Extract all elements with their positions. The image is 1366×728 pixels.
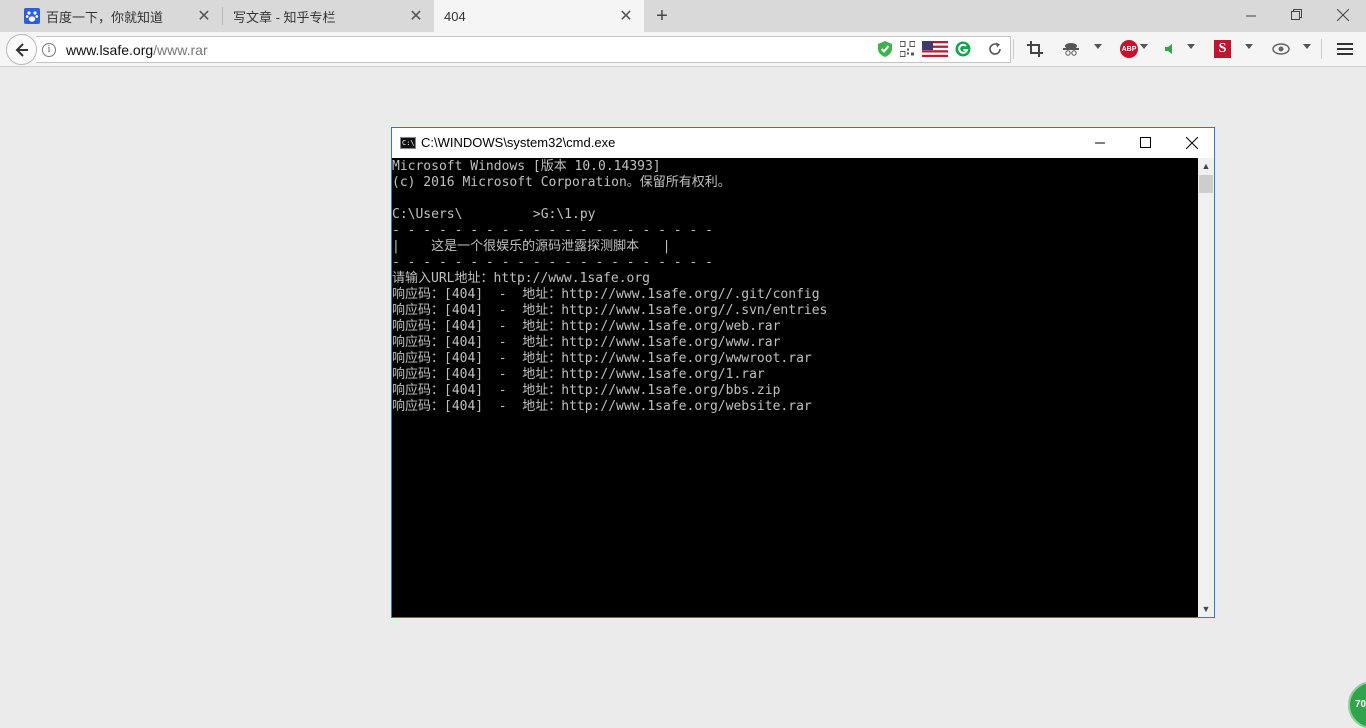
tab-title: 写文章 - 知乎专栏 <box>233 9 336 25</box>
cmd-maximize-button[interactable] <box>1123 128 1168 157</box>
restore-icon <box>1291 9 1302 20</box>
chevron-down-icon[interactable] <box>1245 44 1253 49</box>
cmd-window-title: C:\WINDOWS\system32\cmd.exe <box>421 135 616 150</box>
console-line: - - - - - - - - - - - - - - - - - - - - … <box>392 223 713 238</box>
console-line: | 这是一个很娱乐的源码泄露探测脚本 | <box>392 239 671 254</box>
qr-code-icon[interactable] <box>900 40 915 58</box>
us-flag-icon[interactable] <box>922 40 948 58</box>
close-icon <box>1185 136 1198 149</box>
cmd-icon: C:\ <box>400 137 416 149</box>
reload-icon[interactable] <box>988 40 1002 58</box>
console-line: (c) 2016 Microsoft Corporation。保留所有权利。 <box>392 175 731 190</box>
tab-title: 百度一下，你就知道 <box>46 9 164 25</box>
console-line: 响应码：[404] - 地址：http://www.1safe.org/www.… <box>392 335 781 350</box>
console-line: 响应码：[404] - 地址：http://www.1safe.org/bbs.… <box>392 383 781 398</box>
chevron-down-icon[interactable] <box>1303 44 1311 49</box>
scroll-down-arrow-icon[interactable]: ▼ <box>1198 601 1214 617</box>
tab-404[interactable]: 404 ✕ <box>434 0 644 32</box>
adblock-plus-icon[interactable]: ABP <box>1120 40 1138 58</box>
chevron-down-icon[interactable] <box>1094 44 1102 49</box>
chevron-down-icon[interactable] <box>1140 44 1148 49</box>
console-line: 请输入URL地址：http://www.1safe.org <box>392 271 651 286</box>
crop-icon[interactable] <box>1027 40 1043 58</box>
spy-icon[interactable] <box>1062 40 1080 58</box>
vertical-scrollbar[interactable]: ▲ ▼ <box>1198 158 1214 617</box>
tab-title: 404 <box>444 8 466 24</box>
cmd-window: C:\ C:\WINDOWS\system32\cmd.exe Microsof… <box>391 127 1215 618</box>
minimize-button[interactable] <box>1228 0 1274 30</box>
restore-button[interactable] <box>1274 0 1320 30</box>
corner-badge[interactable]: 70 <box>1348 681 1366 728</box>
new-tab-button[interactable]: + <box>651 5 673 27</box>
console-line: 响应码：[404] - 地址：http://www.1safe.org/web.… <box>392 319 781 334</box>
cmd-minimize-button[interactable] <box>1078 128 1123 157</box>
console-line: C:\Users\ >G:\1.py <box>392 207 596 222</box>
toolbar-separator <box>1321 39 1322 59</box>
back-button[interactable] <box>6 34 37 65</box>
close-icon <box>1337 9 1349 21</box>
tab-baidu[interactable]: 百度一下，你就知道 ✕ <box>0 0 222 32</box>
navigation-toolbar: i www.lsafe.org/www.rar <box>0 32 1366 67</box>
console-line: 响应码：[404] - 地址：http://www.1safe.org/wwwr… <box>392 351 812 366</box>
baidu-paw-icon <box>24 8 40 24</box>
console-line: - - - - - - - - - - - - - - - - - - - - … <box>392 255 713 270</box>
close-window-button[interactable] <box>1320 0 1366 30</box>
address-path: /www.rar <box>153 41 208 58</box>
site-info-icon[interactable]: i <box>42 42 56 57</box>
console-line: 响应码：[404] - 地址：http://www.1safe.org/webs… <box>392 399 812 414</box>
maximize-icon <box>1140 137 1151 148</box>
scrollbar-thumb[interactable] <box>1199 175 1213 193</box>
close-icon[interactable]: ✕ <box>194 6 214 26</box>
chevron-down-icon[interactable] <box>1187 44 1195 49</box>
close-icon[interactable]: ✕ <box>616 6 636 26</box>
console-line: Microsoft Windows [版本 10.0.14393] <box>392 159 661 174</box>
back-arrow-icon <box>15 42 28 57</box>
address-host: www.lsafe.org <box>66 41 154 58</box>
tab-strip: 百度一下，你就知道 ✕ 写文章 - 知乎专栏 ✕ 404 ✕ + <box>0 0 1366 32</box>
cmd-close-button[interactable] <box>1169 128 1214 157</box>
toolbar-separator <box>1013 39 1014 59</box>
minimize-icon <box>1095 142 1105 144</box>
console-line: 响应码：[404] - 地址：http://www.1safe.org//.sv… <box>392 303 828 318</box>
audio-icon[interactable] <box>1164 40 1174 58</box>
grammarly-icon[interactable] <box>955 40 971 58</box>
console-line: 响应码：[404] - 地址：http://www.1safe.org//.gi… <box>392 287 820 302</box>
console-output[interactable]: Microsoft Windows [版本 10.0.14393] (c) 201… <box>392 158 1198 617</box>
scroll-up-arrow-icon[interactable]: ▲ <box>1198 158 1214 174</box>
console-line: 响应码：[404] - 地址：http://www.1safe.org/1.ra… <box>392 367 765 382</box>
address-bar[interactable]: i www.lsafe.org/www.rar <box>36 36 1011 63</box>
tab-zhihu[interactable]: 写文章 - 知乎专栏 ✕ <box>223 0 434 32</box>
address-url: www.lsafe.org/www.rar <box>66 42 208 58</box>
s-extension-icon[interactable]: S <box>1214 40 1231 58</box>
close-icon[interactable]: ✕ <box>406 6 426 26</box>
cmd-title-bar[interactable]: C:\ C:\WINDOWS\system32\cmd.exe <box>392 128 1214 158</box>
eye-extension-icon[interactable] <box>1272 40 1290 58</box>
menu-icon[interactable] <box>1337 40 1353 58</box>
minimize-icon <box>1245 15 1256 16</box>
shield-check-icon[interactable] <box>877 40 893 58</box>
